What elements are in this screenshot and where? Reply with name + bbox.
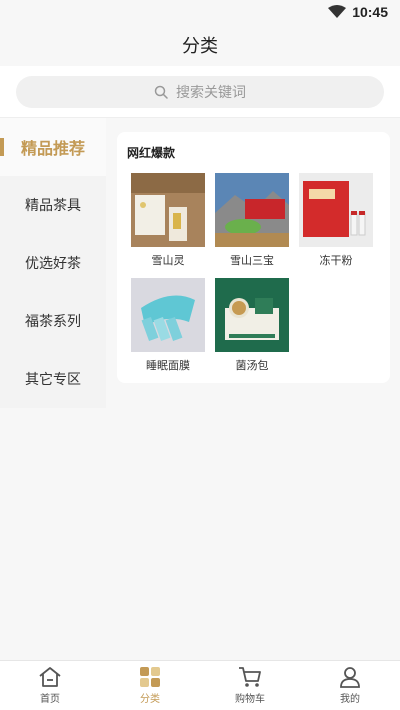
- product-name: 菌汤包: [235, 359, 269, 372]
- tab-label: 首页: [40, 694, 60, 705]
- category-sidebar: 精品推荐 精品茶具 优选好茶 福茶系列 其它专区: [0, 118, 106, 408]
- product-image: [131, 173, 205, 247]
- sidebar-item-label: 精品推荐: [20, 139, 85, 158]
- product-card[interactable]: 雪山三宝: [215, 173, 289, 268]
- product-name: 雪山三宝: [230, 254, 274, 267]
- sidebar-item-other[interactable]: 其它专区: [0, 350, 106, 408]
- product-image: [215, 278, 289, 352]
- tab-profile[interactable]: 我的: [300, 661, 400, 710]
- status-time: 10:45: [352, 4, 388, 20]
- search-bar: 搜索关键词: [0, 66, 400, 118]
- section-title: 网红爆款: [127, 146, 176, 160]
- sidebar-item-featured[interactable]: 精品推荐: [0, 118, 106, 176]
- search-icon: [154, 85, 168, 99]
- search-placeholder: 搜索关键词: [176, 85, 246, 101]
- home-icon: [39, 667, 61, 687]
- page-title: 分类: [182, 36, 218, 57]
- sidebar-item-fu-tea[interactable]: 福茶系列: [0, 292, 106, 350]
- section-panel: 网红爆款 雪山灵 雪山三宝 冻干粉 睡眠面膜 菌汤包: [117, 132, 390, 383]
- product-name: 雪山灵: [151, 254, 185, 267]
- sidebar-item-label: 优选好茶: [25, 256, 81, 272]
- sidebar-item-fine-tea[interactable]: 优选好茶: [0, 234, 106, 292]
- bottom-tab-bar: 首页 分类 购物车 我的: [0, 660, 400, 710]
- product-card[interactable]: 睡眠面膜: [131, 278, 205, 373]
- product-name: 冻干粉: [319, 254, 353, 267]
- product-name: 睡眠面膜: [146, 359, 190, 372]
- cart-icon: [239, 667, 261, 687]
- sidebar-item-tea-sets[interactable]: 精品茶具: [0, 176, 106, 234]
- tab-category[interactable]: 分类: [100, 661, 200, 710]
- category-icon: [140, 667, 160, 687]
- product-area: 网红爆款 雪山灵 雪山三宝 冻干粉 睡眠面膜 菌汤包: [106, 118, 400, 660]
- tab-label: 分类: [140, 694, 160, 705]
- tab-home[interactable]: 首页: [0, 661, 100, 710]
- page-header: 分类: [0, 24, 400, 66]
- product-image: [299, 173, 373, 247]
- category-content: 精品推荐 精品茶具 优选好茶 福茶系列 其它专区 网红爆款 雪山灵 雪山三宝 冻…: [0, 118, 400, 660]
- product-card[interactable]: 冻干粉: [299, 173, 373, 268]
- product-card[interactable]: 菌汤包: [215, 278, 289, 373]
- product-image: [215, 173, 289, 247]
- tab-label: 我的: [340, 694, 360, 705]
- status-bar: 10:45: [0, 0, 400, 24]
- product-card[interactable]: 雪山灵: [131, 173, 205, 268]
- user-icon: [340, 667, 360, 688]
- product-image: [131, 278, 205, 352]
- search-input[interactable]: 搜索关键词: [16, 76, 384, 108]
- product-grid: 雪山灵 雪山三宝 冻干粉 睡眠面膜 菌汤包: [127, 173, 380, 373]
- sidebar-item-label: 其它专区: [25, 372, 81, 388]
- tab-cart[interactable]: 购物车: [200, 661, 300, 710]
- tab-label: 购物车: [235, 694, 265, 705]
- sidebar-item-label: 福茶系列: [25, 314, 81, 330]
- sidebar-item-label: 精品茶具: [25, 198, 81, 214]
- wifi-icon: [328, 5, 347, 18]
